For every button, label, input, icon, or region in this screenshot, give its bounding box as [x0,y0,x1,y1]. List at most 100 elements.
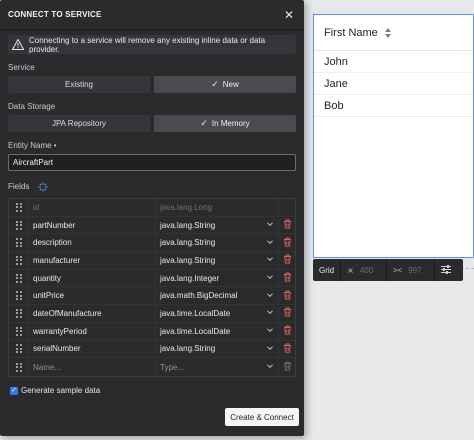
grid-column-header[interactable]: First Name [324,27,378,39]
field-row: warrantyPeriod java.time.LocalDate [9,322,295,341]
field-name-input[interactable]: serialNumber [28,340,155,358]
field-type-value: java.lang.Long [160,202,213,212]
generate-label: Generate sample data [21,386,101,395]
field-type-select[interactable]: java.lang.String [155,340,278,358]
field-name-input[interactable]: description [28,234,155,252]
delete-field-button[interactable] [278,269,295,287]
field-row: description java.lang.String [9,234,295,253]
drag-dots-icon [15,202,22,212]
chevron-down-icon [266,308,274,318]
field-name-input[interactable]: unitPrice [28,287,155,305]
chevron-down-icon [266,326,274,336]
drag-dots-icon [15,255,22,265]
drag-handle-icon[interactable] [9,270,28,287]
chevron-down-icon [266,273,274,283]
fields-table: id java.lang.Long partNumber java.lang.Stri… [8,198,296,377]
drag-dots-icon [15,344,22,354]
field-name-input[interactable]: dateOfManufacture [28,305,155,322]
height-input[interactable]: 997 [404,266,434,275]
grid-header[interactable]: First Name [314,15,473,51]
drag-handle-icon[interactable] [9,252,28,269]
drag-handle-icon[interactable] [9,358,28,376]
field-type-select[interactable]: java.math.BigDecimal [155,287,278,305]
field-row: manufacturer java.lang.String [9,252,295,270]
storage-jpa-button[interactable]: JPA Repository [8,115,150,132]
delete-field-button[interactable] [278,252,295,269]
trash-icon [283,234,292,252]
drag-dots-icon [15,291,22,301]
field-name-input[interactable]: manufacturer [28,252,155,269]
field-name-input[interactable]: partNumber [28,216,155,234]
drag-handle-icon[interactable] [9,217,28,234]
field-row: serialNumber java.lang.String [9,340,295,359]
width-icon: ⨯ [347,265,354,275]
trash-icon [283,287,292,305]
dialog-title: CONNECT TO SERVICE [8,10,102,19]
service-label: Service [8,63,35,72]
settings-sliders-icon[interactable] [435,264,453,276]
drag-handle-icon[interactable] [9,234,28,251]
field-type-select[interactable]: java.lang.String [155,216,278,234]
delete-field-button[interactable] [278,216,295,234]
field-type-value: java.lang.String [160,344,216,354]
field-type-select[interactable]: java.lang.String [155,252,278,269]
delete-field-button[interactable] [278,358,295,376]
check-icon: ✓ [211,79,219,89]
dialog-header: CONNECT TO SERVICE ✕ [0,0,304,30]
field-row: quantity java.lang.Integer [9,269,295,288]
field-type-value: java.lang.Integer [160,273,220,283]
drag-handle-icon[interactable] [9,287,28,304]
delete-field-button[interactable] [278,234,295,252]
close-icon[interactable]: ✕ [282,8,296,22]
warning-text: Connecting to a service will remove any … [29,35,266,54]
drag-handle-icon[interactable] [9,341,28,358]
field-type-value: java.math.BigDecimal [160,291,238,301]
delete-field-button[interactable] [278,322,295,340]
delete-field-button[interactable] [278,305,295,322]
service-existing-button[interactable]: Existing [8,76,150,93]
storage-jpa-label: JPA Repository [51,119,107,128]
field-type-select[interactable]: java.time.LocalDate [155,322,278,340]
check-icon: ✓ [200,118,208,128]
field-type-select[interactable]: java.lang.String [155,234,278,252]
width-input[interactable]: 400 [356,266,386,275]
create-and-connect-button[interactable]: Create & Connect [225,408,299,426]
entity-name-input[interactable]: AircraftPart [8,154,296,171]
generate-sample-data[interactable]: ✓ Generate sample data [10,386,100,395]
field-row: unitPrice java.math.BigDecimal [9,287,295,306]
fields-label: Fields [8,182,30,192]
field-type-value: java.lang.String [160,220,216,230]
field-name-input[interactable]: quantity [28,269,155,287]
grid-cell: John [324,55,348,68]
field-type-value: Type... [160,362,185,372]
field-type-select[interactable]: java.lang.Integer [155,269,278,287]
data-storage-toggle: JPA Repository ✓ In Memory [8,115,296,132]
field-name-input[interactable]: warrantyPeriod [28,322,155,340]
drag-handle-icon[interactable] [9,199,28,216]
storage-in-memory-button[interactable]: ✓ In Memory [154,115,296,132]
magic-wand-icon[interactable] [38,182,48,192]
drag-dots-icon [15,308,22,318]
field-row: partNumber java.lang.String [9,216,295,235]
field-type-select[interactable]: Type... [155,358,278,376]
grid-row: Bob [314,95,473,117]
field-row: Name... Type... [9,358,295,376]
chevron-down-icon [266,344,274,354]
sort-icon[interactable] [384,27,392,38]
generate-checkbox[interactable]: ✓ [10,386,18,395]
trash-icon [283,358,292,376]
drag-handle-icon[interactable] [9,305,28,322]
field-type-select[interactable]: java.time.LocalDate [155,305,278,322]
field-name-input[interactable]: Name... [28,358,155,376]
component-toolbar: Grid ⨯ 400 >< 997 [313,259,463,281]
grid-row: John [314,51,473,73]
service-new-button[interactable]: ✓ New [154,76,296,93]
delete-field-button[interactable] [278,340,295,358]
drag-handle-icon[interactable] [9,323,28,340]
fields-header: Fields [8,182,48,192]
trash-icon [283,340,292,358]
grid-preview[interactable]: First Name John Jane Bob [313,14,474,258]
chevron-down-icon [266,220,274,230]
height-icon: >< [392,265,403,275]
delete-field-button[interactable] [278,287,295,305]
